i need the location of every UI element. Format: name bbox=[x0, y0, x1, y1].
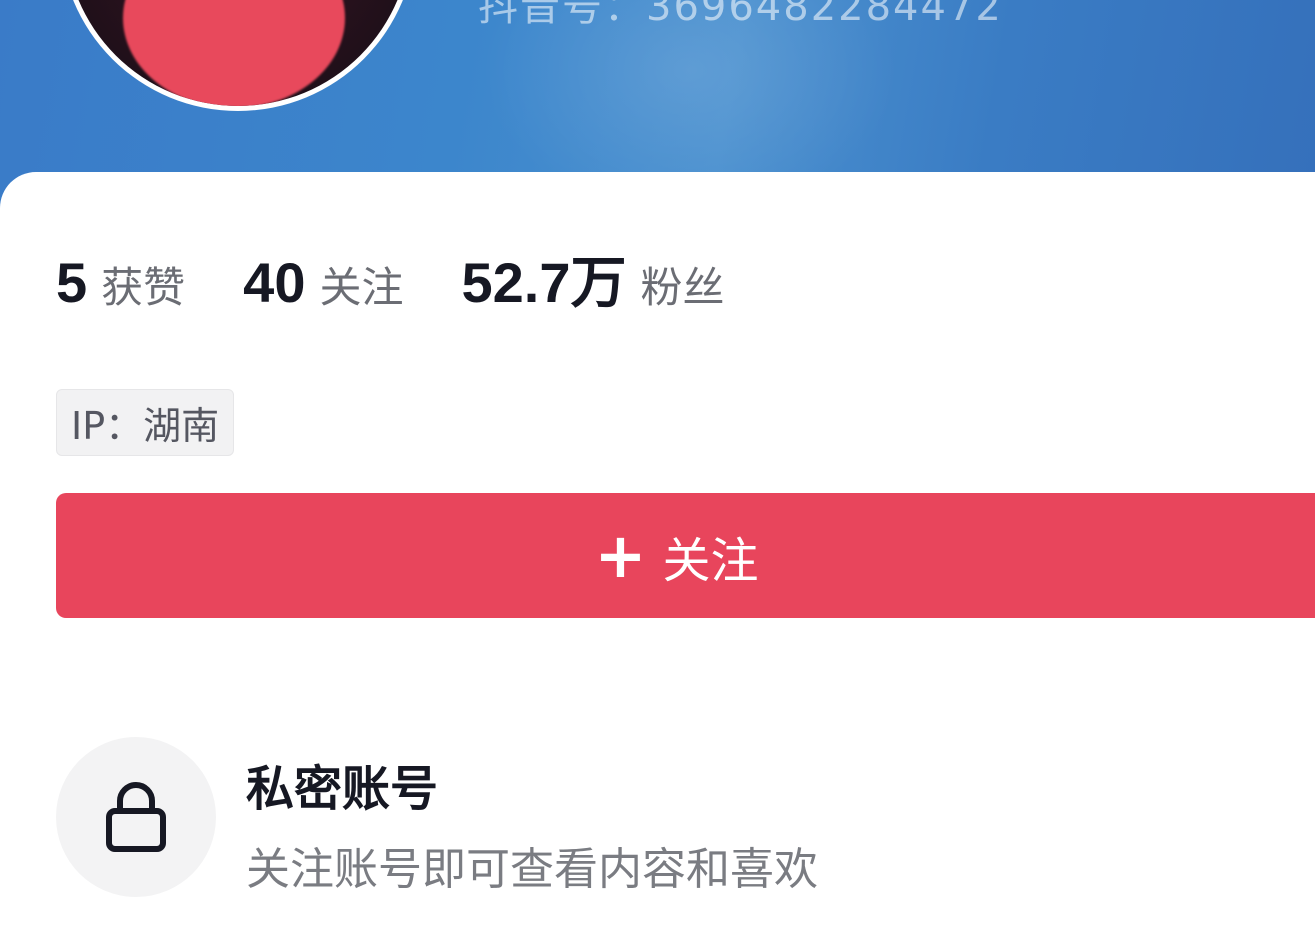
plus-icon: + bbox=[594, 518, 647, 592]
stat-followers[interactable]: 52.7万 粉丝 bbox=[461, 238, 724, 319]
private-account-title: 私密账号 bbox=[246, 761, 439, 817]
stat-followers-label: 粉丝 bbox=[640, 263, 725, 312]
stat-following-label: 关注 bbox=[319, 263, 404, 312]
lock-icon-circle bbox=[56, 737, 216, 897]
account-id: 抖音号：3696482284472 bbox=[478, 0, 1003, 30]
stat-followers-value: 52.7万 bbox=[461, 251, 627, 314]
stat-following-value: 40 bbox=[243, 251, 306, 314]
stat-following[interactable]: 40 关注 bbox=[243, 250, 403, 315]
ip-location-tag: IP：湖南 bbox=[56, 389, 235, 456]
stat-likes-label: 获赞 bbox=[101, 263, 186, 312]
stat-likes[interactable]: 5 获赞 bbox=[56, 250, 185, 315]
lock-icon bbox=[106, 782, 166, 852]
private-account-notice: 私密账号 关注账号即可查看内容和喜欢 bbox=[56, 737, 1306, 907]
profile-stats: 5 获赞 40 关注 52.7万 粉丝 bbox=[56, 238, 783, 319]
avatar-red-shape bbox=[123, 0, 345, 106]
follow-button[interactable]: + 关注 bbox=[56, 493, 1315, 618]
private-account-description: 关注账号即可查看内容和喜欢 bbox=[246, 844, 818, 895]
follow-button-label: 关注 bbox=[662, 534, 759, 588]
stat-likes-value: 5 bbox=[56, 251, 88, 314]
